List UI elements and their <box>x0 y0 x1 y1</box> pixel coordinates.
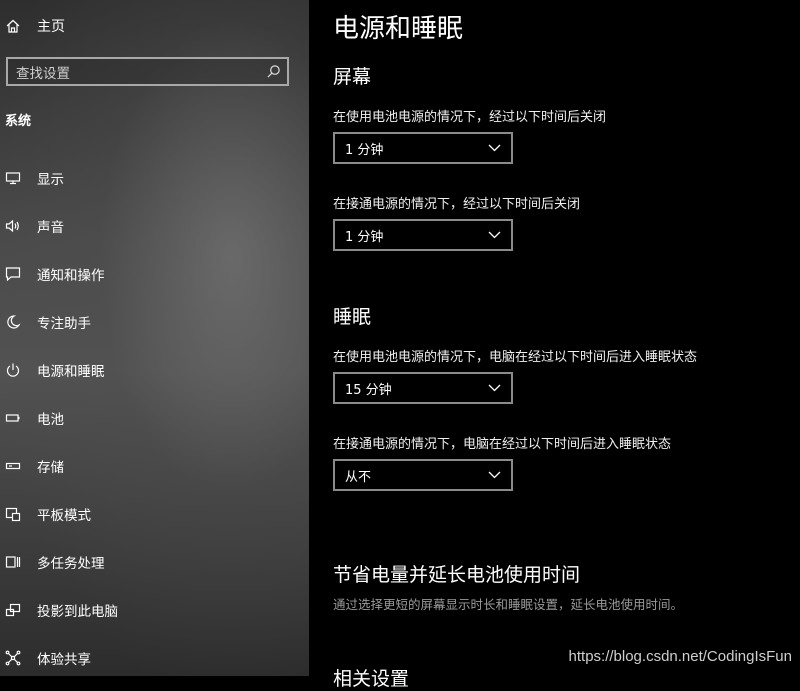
dropdown-value: 从不 <box>345 469 372 485</box>
project-icon <box>5 603 21 617</box>
sleep-battery-label: 在使用电池电源的情况下，电脑在经过以下时间后进入睡眠状态 <box>333 350 698 365</box>
sidebar-item-multitasking[interactable]: 多任务处理 <box>0 542 309 582</box>
sidebar-item-tablet-mode[interactable]: 平板模式 <box>0 494 309 534</box>
search-icon[interactable] <box>266 64 281 79</box>
sidebar-item-label: 多任务处理 <box>37 556 105 572</box>
monitor-icon <box>5 172 21 185</box>
sidebar-item-display[interactable]: 显示 <box>0 158 309 198</box>
screen-plugged-label: 在接通电源的情况下，经过以下时间后关闭 <box>333 197 581 212</box>
page-title: 电源和睡眠 <box>333 14 464 44</box>
sidebar-item-focus-assist[interactable]: 专注助手 <box>0 302 309 342</box>
watermark: https://blog.csdn.net/CodingIsFun <box>568 648 792 665</box>
multitasking-icon <box>5 556 21 568</box>
sidebar-item-label: 存储 <box>37 460 64 476</box>
battery-icon <box>5 414 20 422</box>
home-label: 主页 <box>37 19 65 35</box>
screen-battery-label: 在使用电池电源的情况下，经过以下时间后关闭 <box>333 110 607 125</box>
sidebar-item-label: 声音 <box>37 220 64 236</box>
section-title-system: 系统 <box>5 114 32 129</box>
screen-heading: 屏幕 <box>333 66 372 88</box>
sidebar-item-sound[interactable]: 声音 <box>0 206 309 246</box>
sidebar-item-label: 专注助手 <box>37 316 91 332</box>
sidebar-item-label: 体验共享 <box>37 652 91 668</box>
dropdown-value: 15 分钟 <box>345 382 392 398</box>
sidebar-item-label: 通知和操作 <box>37 268 105 284</box>
tablet-mode-icon <box>5 507 21 522</box>
save-power-heading: 节省电量并延长电池使用时间 <box>333 564 581 586</box>
search-input[interactable]: 查找设置 <box>6 57 289 86</box>
main-content: 电源和睡眠 屏幕 在使用电池电源的情况下，经过以下时间后关闭 1 分钟 在接通电… <box>333 0 800 690</box>
sidebar-item-label: 电池 <box>37 412 64 428</box>
sidebar-item-shared-experiences[interactable]: 体验共享 <box>0 638 309 678</box>
share-icon <box>5 650 21 666</box>
dropdown-value: 1 分钟 <box>345 142 384 158</box>
sleep-plugged-dropdown[interactable]: 从不 <box>333 459 513 491</box>
sidebar-item-notifications[interactable]: 通知和操作 <box>0 254 309 294</box>
chevron-down-icon <box>488 144 501 152</box>
sidebar-item-label: 电源和睡眠 <box>37 364 105 380</box>
sidebar-item-battery[interactable]: 电池 <box>0 398 309 438</box>
dropdown-value: 1 分钟 <box>345 229 384 245</box>
storage-icon <box>5 462 21 470</box>
notification-icon <box>5 267 21 282</box>
sidebar-item-storage[interactable]: 存储 <box>0 446 309 486</box>
sleep-plugged-label: 在接通电源的情况下，电脑在经过以下时间后进入睡眠状态 <box>333 437 672 452</box>
moon-icon <box>7 315 21 329</box>
screen-battery-dropdown[interactable]: 1 分钟 <box>333 132 513 164</box>
save-power-description: 通过选择更短的屏幕显示时长和睡眠设置，延长电池使用时间。 <box>333 597 684 612</box>
search-placeholder: 查找设置 <box>16 65 70 82</box>
speaker-icon <box>5 219 19 233</box>
chevron-down-icon <box>488 231 501 239</box>
related-settings-heading: 相关设置 <box>333 668 410 690</box>
sidebar: 主页 查找设置 系统 显示 声音 通知和操作 专注助手 电源和睡眠 电池 存储 … <box>0 0 309 676</box>
sidebar-item-power-sleep[interactable]: 电源和睡眠 <box>0 350 309 390</box>
home-icon <box>6 19 20 33</box>
chevron-down-icon <box>488 471 501 479</box>
power-icon <box>6 363 20 377</box>
sidebar-item-label: 平板模式 <box>37 508 91 524</box>
home-nav[interactable]: 主页 <box>5 14 65 38</box>
chevron-down-icon <box>488 384 501 392</box>
sidebar-item-label: 投影到此电脑 <box>37 604 118 620</box>
sidebar-item-project[interactable]: 投影到此电脑 <box>0 590 309 630</box>
screen-plugged-dropdown[interactable]: 1 分钟 <box>333 219 513 251</box>
sleep-battery-dropdown[interactable]: 15 分钟 <box>333 372 513 404</box>
sidebar-item-label: 显示 <box>37 172 64 188</box>
sleep-heading: 睡眠 <box>333 306 372 328</box>
